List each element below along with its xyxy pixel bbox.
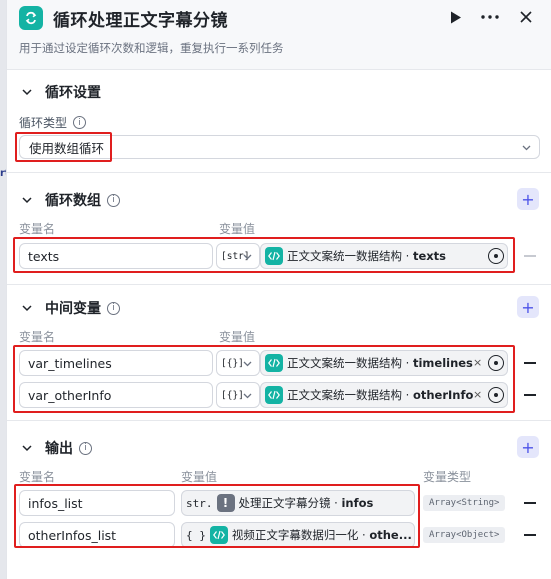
variable-reference-field[interactable]: 正文文案统一数据结构 · otherInfo — [260, 382, 508, 408]
column-header-value: 变量值 — [219, 330, 256, 344]
clear-reference-icon[interactable]: × — [473, 356, 482, 369]
reference-source: 正文文案统一数据结构 — [287, 249, 402, 263]
loop-type-label: 循环类型 — [19, 116, 68, 130]
panel-header: 循环处理正文字幕分镜 用于通过设定循环次数和逻辑，重复执行一系列任务 — [7, 0, 551, 70]
select-reference-icon[interactable] — [488, 355, 504, 371]
loop-type-label-row: 循环类型 i — [19, 114, 87, 131]
column-header-value: 变量值 — [181, 470, 218, 484]
remove-row-button[interactable] — [524, 255, 536, 257]
column-header-name: 变量名 — [19, 470, 56, 484]
section-title: 中间变量 — [45, 301, 101, 317]
code-icon — [265, 354, 283, 372]
reference-field: timelines — [412, 356, 473, 370]
loop-type-value: 使用数组循环 — [29, 140, 105, 156]
type-tag: str. — [186, 496, 213, 510]
variable-reference-field[interactable]: 正文文案统一数据结构 · texts — [260, 243, 508, 269]
reference-source: 处理正文字幕分镜 — [238, 496, 331, 510]
reference-field: othe... — [369, 528, 412, 542]
section-title: 输出 — [45, 441, 73, 457]
chevron-down-icon — [22, 89, 32, 96]
variable-type-select[interactable]: [{}] — [216, 382, 260, 408]
select-reference-icon[interactable] — [488, 248, 504, 264]
variable-type-badge: Array<String> — [423, 495, 506, 511]
type-tag: { } — [186, 528, 206, 542]
remove-row-button[interactable] — [524, 502, 536, 504]
section-divider — [7, 172, 551, 173]
remove-row-button[interactable] — [524, 394, 536, 396]
variable-name-input[interactable]: var_otherInfo — [19, 382, 213, 408]
reference-source: 视频正文字幕数据归一化 — [231, 528, 359, 542]
variable-name-input[interactable]: infos_list — [19, 490, 175, 516]
info-icon: i — [73, 116, 87, 129]
column-header-value: 变量值 — [219, 222, 256, 236]
add-output-button[interactable]: + — [517, 436, 539, 458]
column-header-name: 变量名 — [19, 330, 56, 344]
variable-type-select[interactable]: [{}] — [216, 350, 260, 376]
select-reference-icon[interactable] — [488, 387, 504, 403]
section-title: 循环数组 — [45, 193, 101, 209]
variable-name-input[interactable]: otherInfos_list — [19, 522, 175, 548]
loop-settings-section-header[interactable]: 循环设置 — [21, 82, 101, 102]
code-icon — [209, 526, 228, 544]
chevron-down-icon — [243, 254, 252, 260]
section-divider — [7, 284, 551, 285]
section-title: 循环设置 — [45, 85, 101, 101]
variable-name-input[interactable]: texts — [19, 243, 213, 269]
variable-reference-field[interactable]: str. ! 处理正文字幕分镜 · infos — [181, 490, 415, 516]
type-tag: [{}] — [221, 389, 244, 401]
close-button[interactable] — [515, 6, 537, 28]
variable-name-input[interactable]: var_timelines — [19, 350, 213, 376]
type-tag: [{}] — [221, 357, 244, 369]
loop-type-select[interactable]: 使用数组循环 — [19, 135, 540, 159]
variable-reference-field[interactable]: { } 视频正文字幕数据归一化 · othe... — [181, 522, 415, 548]
add-intermediate-var-button[interactable]: + — [517, 296, 539, 318]
reference-source: 正文文案统一数据结构 — [287, 388, 402, 402]
info-icon: i — [107, 193, 120, 207]
variable-type-select[interactable]: [str] — [216, 243, 260, 269]
chevron-down-icon — [243, 361, 252, 367]
node-settings-panel: 循环处理正文字幕分镜 用于通过设定循环次数和逻辑，重复执行一系列任务 循环设置 … — [6, 0, 551, 579]
warning-icon: ! — [216, 494, 235, 512]
variable-type-badge: Array<Object> — [423, 527, 506, 543]
chevron-down-icon — [22, 305, 32, 312]
panel-subtitle: 用于通过设定循环次数和逻辑，重复执行一系列任务 — [19, 41, 284, 55]
section-divider — [7, 420, 551, 421]
reference-field: otherInfo — [412, 388, 474, 402]
chevron-down-icon — [522, 145, 531, 151]
page-title: 循环处理正文字幕分镜 — [53, 11, 228, 31]
run-button[interactable] — [445, 6, 467, 28]
add-loop-array-button[interactable]: + — [517, 188, 539, 210]
code-icon — [265, 386, 283, 404]
info-icon: i — [79, 441, 92, 455]
chevron-down-icon — [22, 197, 32, 204]
reference-field: infos — [341, 496, 374, 510]
code-icon — [265, 247, 283, 265]
column-header-name: 变量名 — [19, 222, 56, 236]
info-icon: i — [107, 301, 120, 315]
intermediate-vars-section-header[interactable]: 中间变量 i — [21, 298, 120, 318]
remove-row-button[interactable] — [524, 362, 536, 364]
variable-reference-field[interactable]: 正文文案统一数据结构 · timelines — [260, 350, 508, 376]
more-options-button[interactable] — [479, 6, 501, 28]
remove-row-button[interactable] — [524, 534, 536, 536]
reference-source: 正文文案统一数据结构 — [287, 356, 402, 370]
chevron-down-icon — [22, 445, 32, 452]
clear-reference-icon[interactable]: × — [473, 388, 482, 401]
loop-icon — [19, 6, 43, 30]
output-section-header[interactable]: 输出 i — [21, 438, 92, 458]
chevron-down-icon — [243, 393, 252, 399]
column-header-type: 变量类型 — [423, 470, 472, 484]
reference-field: texts — [412, 249, 447, 263]
loop-array-section-header[interactable]: 循环数组 i — [21, 190, 120, 210]
